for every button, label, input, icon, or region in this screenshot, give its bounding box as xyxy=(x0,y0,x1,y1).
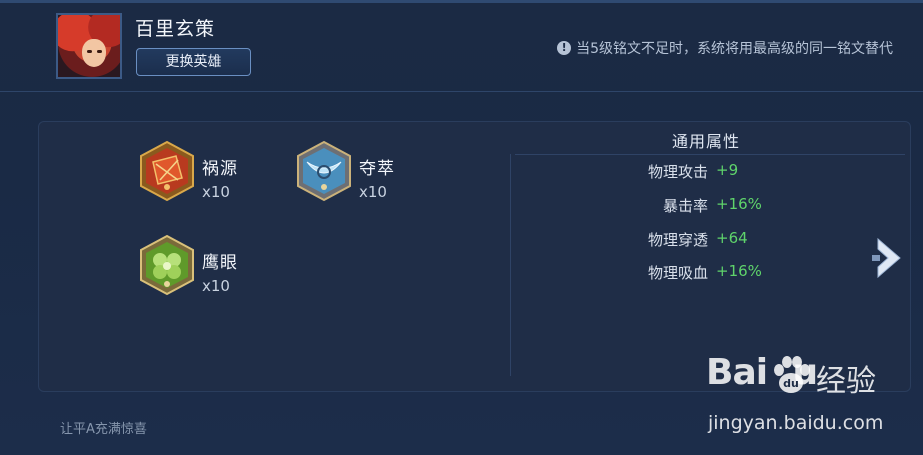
change-hero-button[interactable]: 更换英雄 xyxy=(136,48,251,76)
rune-item[interactable]: 鹰眼 x10 xyxy=(138,234,238,296)
rune-count: x10 xyxy=(202,183,230,201)
attribute-name: 物理攻击 xyxy=(647,163,708,181)
attribute-value: +16% xyxy=(716,195,762,213)
green-rune-icon xyxy=(138,234,196,296)
hero-name: 百里玄策 xyxy=(135,18,216,40)
rune-count: x10 xyxy=(359,183,387,201)
rune-item[interactable]: 夺萃 x10 xyxy=(295,140,395,202)
attribute-value: +64 xyxy=(716,229,748,247)
rune-notice: ! 当5级铭文不足时，系统将用最高级的同一铭文替代 xyxy=(557,38,893,58)
rune-name: 夺萃 xyxy=(359,159,395,179)
rune-count: x10 xyxy=(202,277,230,295)
rune-item[interactable]: 祸源 x10 xyxy=(138,140,238,202)
watermark-url: jingyan.baidu.com xyxy=(708,412,884,434)
red-rune-icon xyxy=(138,140,196,202)
baidu-watermark: Bai..u du 经验 jingyan.baidu.com xyxy=(706,352,916,442)
blue-rune-icon xyxy=(295,140,353,202)
attribute-value: +16% xyxy=(716,262,762,280)
attribute-row: 物理穿透 +64 xyxy=(538,229,748,250)
hero-avatar[interactable] xyxy=(56,13,122,79)
attribute-name: 物理吸血 xyxy=(647,264,708,282)
header-divider xyxy=(0,91,923,92)
attribute-row: 暴击率 +16% xyxy=(538,195,762,216)
attribute-row: 物理吸血 +16% xyxy=(538,262,762,283)
attribute-value: +9 xyxy=(716,161,739,179)
svg-text:du: du xyxy=(783,377,799,390)
attribute-name: 物理穿透 xyxy=(647,231,708,249)
rune-name: 鹰眼 xyxy=(202,253,238,273)
next-arrow-icon[interactable] xyxy=(868,233,908,283)
watermark-product: 经验 xyxy=(816,364,876,399)
footer-tip: 让平A充满惊喜 xyxy=(60,422,147,437)
rune-name: 祸源 xyxy=(202,159,238,179)
top-rule xyxy=(0,0,923,3)
paw-icon: du xyxy=(774,356,810,393)
info-icon: ! xyxy=(557,41,572,55)
attributes-title-rule xyxy=(515,154,905,155)
attributes-title: 通用属性 xyxy=(672,132,741,151)
attribute-row: 物理攻击 +9 xyxy=(538,161,738,182)
panel-divider xyxy=(510,154,511,376)
attribute-name: 暴击率 xyxy=(662,197,708,215)
notice-text: 当5级铭文不足时，系统将用最高级的同一铭文替代 xyxy=(576,41,893,57)
